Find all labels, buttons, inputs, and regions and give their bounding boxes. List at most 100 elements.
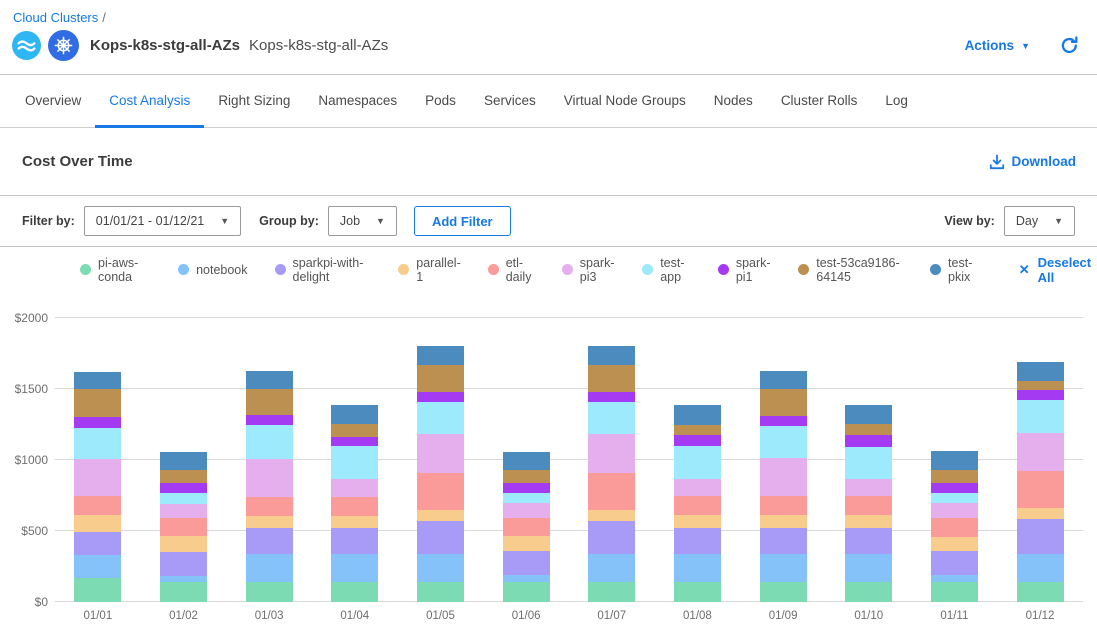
bar-segment-test-53ca9186-64145[interactable]	[417, 365, 464, 392]
bar-segment-parallel-1[interactable]	[246, 516, 293, 528]
bar-segment-spark-pi1[interactable]	[931, 483, 978, 494]
bar-segment-etl-daily[interactable]	[1017, 471, 1064, 508]
bar-segment-test-pkix[interactable]	[417, 346, 464, 364]
bar-segment-parallel-1[interactable]	[1017, 508, 1064, 519]
tab-log[interactable]: Log	[871, 75, 922, 128]
bar-segment-etl-daily[interactable]	[503, 518, 550, 536]
bar-segment-spark-pi3[interactable]	[417, 434, 464, 473]
tab-services[interactable]: Services	[470, 75, 550, 128]
bar-segment-parallel-1[interactable]	[331, 516, 378, 528]
bar-segment-test-app[interactable]	[931, 493, 978, 503]
bar-segment-notebook[interactable]	[417, 554, 464, 582]
bar-01/12[interactable]	[1017, 318, 1064, 602]
bar-segment-test-app[interactable]	[246, 425, 293, 458]
add-filter-button[interactable]: Add Filter	[414, 206, 511, 236]
bar-segment-sparkpi-with-delight[interactable]	[845, 528, 892, 554]
bar-segment-test-app[interactable]	[845, 447, 892, 478]
bar-segment-notebook[interactable]	[931, 575, 978, 582]
actions-button[interactable]: Actions▼	[965, 38, 1030, 53]
bar-segment-test-53ca9186-64145[interactable]	[1017, 381, 1064, 390]
bar-segment-sparkpi-with-delight[interactable]	[160, 552, 207, 576]
bar-segment-spark-pi3[interactable]	[503, 503, 550, 519]
bar-01/10[interactable]	[845, 318, 892, 602]
bar-segment-notebook[interactable]	[845, 554, 892, 582]
bar-segment-etl-daily[interactable]	[74, 496, 121, 515]
bar-segment-test-53ca9186-64145[interactable]	[674, 425, 721, 436]
bar-segment-pi-aws-conda[interactable]	[246, 582, 293, 602]
bar-segment-parallel-1[interactable]	[160, 536, 207, 552]
bar-segment-etl-daily[interactable]	[588, 473, 635, 510]
breadcrumb-link-cloud-clusters[interactable]: Cloud Clusters	[13, 10, 98, 25]
legend-item-test-app[interactable]: test-app	[642, 256, 691, 284]
download-button[interactable]: Download	[989, 154, 1077, 170]
bar-segment-sparkpi-with-delight[interactable]	[246, 528, 293, 554]
bar-segment-test-53ca9186-64145[interactable]	[331, 424, 378, 437]
bar-01/02[interactable]	[160, 318, 207, 602]
bar-segment-spark-pi3[interactable]	[1017, 433, 1064, 471]
bar-segment-pi-aws-conda[interactable]	[588, 582, 635, 602]
bar-segment-test-53ca9186-64145[interactable]	[74, 389, 121, 417]
bar-01/07[interactable]	[588, 318, 635, 602]
bar-segment-test-53ca9186-64145[interactable]	[246, 389, 293, 415]
bar-segment-spark-pi3[interactable]	[760, 458, 807, 496]
bar-segment-test-app[interactable]	[331, 446, 378, 479]
bar-segment-test-pkix[interactable]	[331, 405, 378, 424]
legend-item-sparkpi-with-delight[interactable]: sparkpi-with-delight	[275, 256, 372, 284]
bar-segment-test-53ca9186-64145[interactable]	[931, 470, 978, 483]
tab-pods[interactable]: Pods	[411, 75, 470, 128]
bar-segment-sparkpi-with-delight[interactable]	[674, 528, 721, 554]
bar-01/06[interactable]	[503, 318, 550, 602]
bar-segment-etl-daily[interactable]	[417, 473, 464, 510]
bar-segment-etl-daily[interactable]	[331, 497, 378, 516]
bar-segment-test-pkix[interactable]	[674, 405, 721, 424]
bar-segment-sparkpi-with-delight[interactable]	[931, 551, 978, 575]
bar-segment-spark-pi1[interactable]	[588, 392, 635, 402]
date-range-select[interactable]: 01/01/21 - 01/12/21▼	[84, 206, 241, 236]
bar-segment-spark-pi1[interactable]	[160, 483, 207, 494]
bar-01/05[interactable]	[417, 318, 464, 602]
bar-segment-pi-aws-conda[interactable]	[760, 582, 807, 602]
bar-segment-test-app[interactable]	[160, 493, 207, 504]
refresh-icon[interactable]	[1060, 36, 1079, 55]
bar-01/03[interactable]	[246, 318, 293, 602]
bar-segment-test-app[interactable]	[503, 493, 550, 503]
bar-segment-parallel-1[interactable]	[845, 515, 892, 528]
bar-segment-test-53ca9186-64145[interactable]	[160, 470, 207, 483]
bar-01/04[interactable]	[331, 318, 378, 602]
legend-item-test-pkix[interactable]: test-pkix	[930, 256, 980, 284]
bar-segment-spark-pi1[interactable]	[503, 483, 550, 493]
bar-segment-etl-daily[interactable]	[760, 496, 807, 514]
bar-segment-test-53ca9186-64145[interactable]	[588, 365, 635, 392]
bar-segment-sparkpi-with-delight[interactable]	[1017, 519, 1064, 554]
bar-segment-spark-pi1[interactable]	[845, 435, 892, 447]
bar-segment-pi-aws-conda[interactable]	[845, 582, 892, 602]
bar-segment-pi-aws-conda[interactable]	[931, 582, 978, 602]
bar-segment-test-app[interactable]	[1017, 400, 1064, 433]
bar-01/11[interactable]	[931, 318, 978, 602]
bar-segment-parallel-1[interactable]	[74, 515, 121, 531]
bar-segment-parallel-1[interactable]	[588, 510, 635, 521]
tab-cluster-rolls[interactable]: Cluster Rolls	[767, 75, 872, 128]
bar-segment-etl-daily[interactable]	[931, 518, 978, 536]
bar-segment-spark-pi1[interactable]	[674, 435, 721, 446]
bar-segment-test-app[interactable]	[417, 402, 464, 434]
bar-segment-spark-pi1[interactable]	[1017, 390, 1064, 400]
legend-item-notebook[interactable]: notebook	[178, 263, 247, 277]
bar-segment-pi-aws-conda[interactable]	[74, 578, 121, 602]
bar-segment-spark-pi3[interactable]	[74, 459, 121, 497]
legend-item-pi-aws-conda[interactable]: pi-aws-conda	[80, 256, 151, 284]
legend-item-etl-daily[interactable]: etl-daily	[488, 256, 535, 284]
bar-segment-sparkpi-with-delight[interactable]	[503, 551, 550, 575]
bar-segment-etl-daily[interactable]	[845, 496, 892, 514]
bar-segment-parallel-1[interactable]	[931, 537, 978, 551]
bar-segment-test-app[interactable]	[74, 428, 121, 459]
bar-segment-test-pkix[interactable]	[588, 346, 635, 364]
bar-segment-spark-pi3[interactable]	[845, 479, 892, 497]
legend-item-spark-pi3[interactable]: spark-pi3	[562, 256, 615, 284]
tab-nodes[interactable]: Nodes	[700, 75, 767, 128]
bar-segment-pi-aws-conda[interactable]	[331, 582, 378, 602]
bar-segment-pi-aws-conda[interactable]	[1017, 582, 1064, 602]
bar-segment-sparkpi-with-delight[interactable]	[331, 528, 378, 554]
bar-segment-test-53ca9186-64145[interactable]	[845, 424, 892, 435]
bar-segment-parallel-1[interactable]	[760, 515, 807, 528]
